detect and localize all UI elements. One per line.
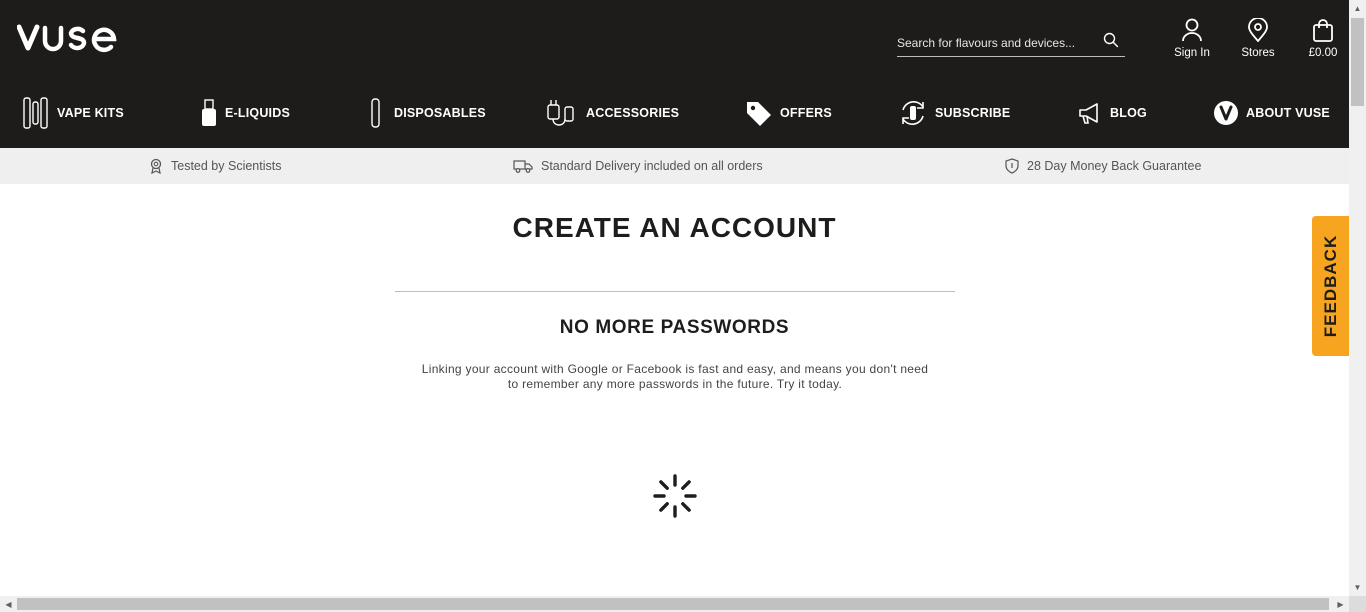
shopping-bag-icon — [1313, 19, 1333, 42]
scroll-up-arrow-icon[interactable]: ▲ — [1349, 0, 1366, 17]
usp-delivery: Standard Delivery included on all orders — [513, 148, 763, 184]
site-header: Sign In Stores £0.00 V — [0, 0, 1349, 148]
delivery-truck-icon — [513, 160, 533, 173]
social-login-description: Linking your account with Google or Face… — [421, 362, 929, 391]
nav-item-vape-kits[interactable]: VAPE KITS — [22, 94, 124, 132]
sign-in-label: Sign In — [1174, 47, 1210, 59]
disposables-icon — [371, 98, 380, 128]
nav-item-offers[interactable]: OFFERS — [745, 94, 832, 132]
sign-in-button[interactable]: Sign In — [1162, 18, 1222, 59]
horizontal-scrollbar[interactable]: ◀ ▶ — [0, 596, 1349, 612]
vertical-scroll-thumb[interactable] — [1351, 18, 1364, 106]
page: Sign In Stores £0.00 V — [0, 0, 1349, 596]
user-icon — [1182, 18, 1202, 42]
nav-item-subscribe[interactable]: SUBSCRIBE — [898, 94, 1010, 132]
vertical-scrollbar[interactable]: ▲ ▼ — [1349, 0, 1366, 596]
vape-kits-icon — [23, 97, 48, 129]
nav-label: SUBSCRIBE — [935, 106, 1011, 120]
loading-spinner-icon — [653, 474, 697, 518]
nav-label: E-LIQUIDS — [225, 106, 290, 120]
vuse-v-icon — [1214, 101, 1238, 125]
feedback-tab[interactable]: FEEDBACK — [1312, 216, 1349, 356]
search-icon[interactable] — [1103, 32, 1119, 48]
page-title: CREATE AN ACCOUNT — [512, 212, 837, 243]
megaphone-icon — [1079, 103, 1098, 124]
scroll-right-arrow-icon[interactable]: ▶ — [1332, 596, 1349, 612]
award-icon — [150, 158, 162, 174]
stores-button[interactable]: Stores — [1228, 18, 1288, 59]
cart-button[interactable]: £0.00 — [1293, 18, 1349, 59]
vuse-logo[interactable] — [16, 22, 133, 59]
nav-label: VAPE KITS — [57, 106, 124, 120]
nav-label: BLOG — [1110, 106, 1147, 120]
location-pin-icon — [1248, 18, 1268, 42]
usp-tested: Tested by Scientists — [149, 148, 281, 184]
section-heading: NO MORE PASSWORDS — [559, 317, 790, 338]
section-divider — [395, 291, 955, 292]
accessories-icon — [547, 100, 574, 126]
main-nav: VAPE KITS E-LIQUIDS DISPOSABLES ACCESSOR… — [0, 94, 1349, 132]
nav-label: ACCESSORIES — [586, 106, 680, 120]
nav-label: OFFERS — [780, 106, 832, 120]
vuse-logo-icon — [16, 24, 117, 53]
scroll-down-arrow-icon[interactable]: ▼ — [1349, 579, 1366, 596]
search-input[interactable] — [897, 33, 1097, 53]
shield-icon — [1005, 158, 1019, 174]
subscribe-icon — [902, 101, 924, 125]
e-liquids-icon — [202, 99, 216, 126]
stores-label: Stores — [1241, 47, 1275, 59]
usp-guarantee: 28 Day Money Back Guarantee — [1005, 148, 1201, 184]
nav-item-disposables[interactable]: DISPOSABLES — [367, 94, 486, 132]
nav-item-e-liquids[interactable]: E-LIQUIDS — [200, 94, 290, 132]
nav-label: ABOUT VUSE — [1246, 106, 1330, 120]
nav-item-accessories[interactable]: ACCESSORIES — [545, 94, 679, 132]
nav-label: DISPOSABLES — [394, 106, 486, 120]
usp-text: 28 Day Money Back Guarantee — [1027, 159, 1202, 173]
feedback-label: FEEDBACK — [1320, 234, 1340, 338]
nav-item-about-vuse[interactable]: ABOUT VUSE — [1213, 94, 1330, 132]
search-bar — [897, 27, 1125, 57]
usp-text: Standard Delivery included on all orders — [541, 159, 763, 173]
usp-text: Tested by Scientists — [171, 159, 282, 173]
offers-tag-icon — [747, 102, 771, 126]
nav-item-blog[interactable]: BLOG — [1077, 94, 1147, 132]
usp-bar: Tested by Scientists Standard Delivery i… — [0, 148, 1349, 184]
cart-total: £0.00 — [1308, 47, 1338, 59]
scroll-left-arrow-icon[interactable]: ◀ — [0, 596, 17, 612]
horizontal-scroll-thumb[interactable] — [17, 598, 1329, 610]
scrollbar-corner — [1349, 596, 1366, 612]
